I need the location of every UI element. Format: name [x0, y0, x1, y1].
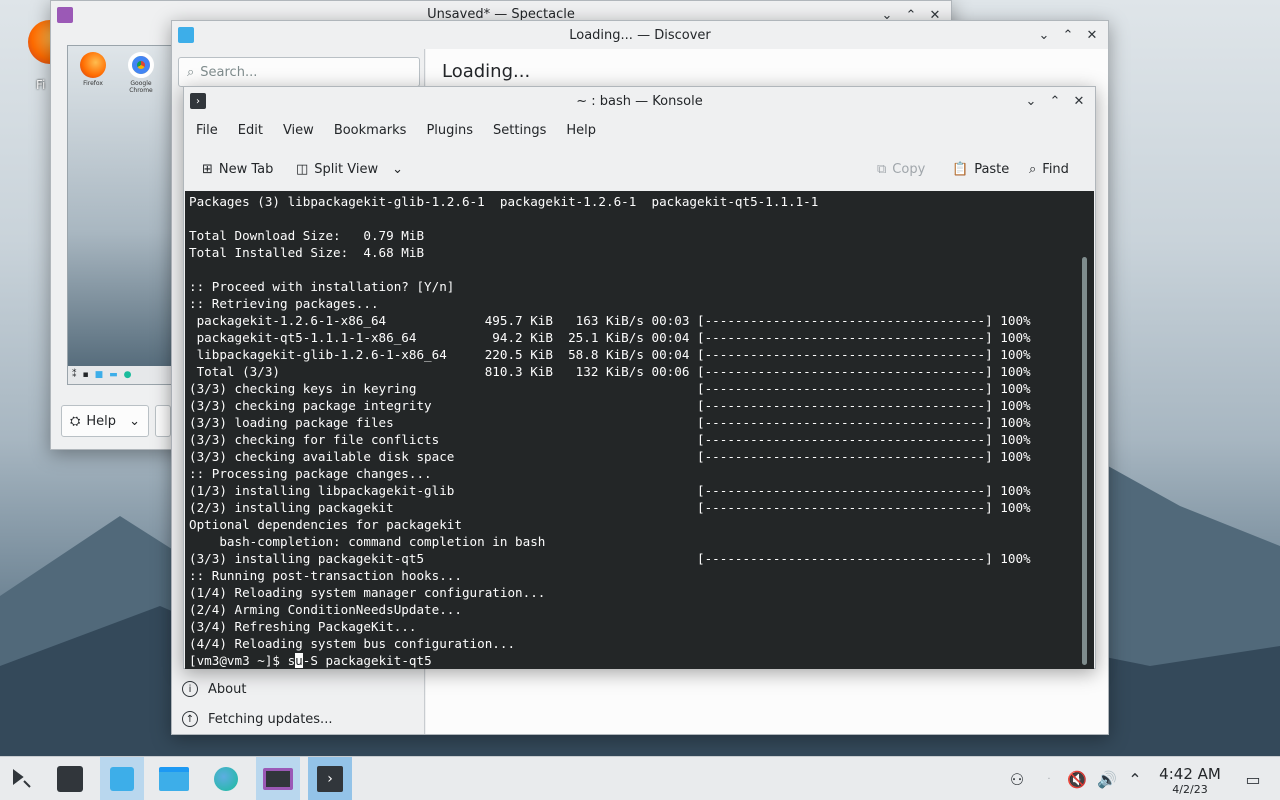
secondary-button[interactable] — [155, 405, 171, 437]
menu-edit[interactable]: Edit — [228, 117, 273, 145]
preview-globe-icon: ● — [123, 370, 132, 380]
minimize-icon[interactable]: ⌄ — [1021, 91, 1041, 111]
network-icon[interactable]: · — [1036, 757, 1062, 800]
terminal-command: -S packagekit-qt5 — [302, 653, 432, 668]
chevron-up-icon[interactable]: ⌃ — [1122, 757, 1148, 800]
discover-title: Loading... — Discover — [569, 27, 711, 43]
close-icon[interactable]: ✕ — [1082, 25, 1102, 45]
new-tab-button[interactable]: ⊞ New Tab — [202, 151, 273, 187]
firefox-icon — [80, 52, 106, 78]
search-input[interactable]: ⌕ Search... — [178, 57, 420, 87]
konsole-app-icon: › — [190, 93, 206, 109]
konsole-window: › ~ : bash — Konsole ⌄ ⌃ ✕ File Edit Vie… — [183, 86, 1096, 669]
user-icon[interactable]: ⚇ — [1004, 757, 1030, 800]
preview-launcher-icon: ⁑ — [72, 370, 77, 380]
terminal-text: Packages (3) libpackagekit-glib-1.2.6-1 … — [189, 194, 1031, 651]
terminal-prompt: [vm3@vm3 ~]$ s — [189, 653, 296, 668]
new-tab-label: New Tab — [218, 161, 274, 177]
chevron-down-icon: ⌄ — [129, 413, 140, 429]
new-tab-icon: ⊞ — [202, 161, 213, 177]
info-icon: i — [182, 681, 198, 697]
system-settings-icon[interactable] — [48, 757, 92, 800]
paste-button[interactable]: 📋 Paste — [952, 151, 1009, 187]
discover-app-icon — [178, 27, 194, 43]
preview-files-icon: ▬ — [109, 370, 118, 380]
file-manager-icon[interactable] — [152, 757, 196, 800]
konsole-titlebar[interactable]: › ~ : bash — Konsole ⌄ ⌃ ✕ — [184, 87, 1095, 115]
preview-discover-icon: ■ — [94, 370, 104, 380]
sidebar-item-updates[interactable]: ↑ Fetching updates... — [182, 711, 332, 727]
taskbar: › ⚇ · 🔇 🔊 ⌃ 4:42 AM 4/2/23 ▭ — [0, 756, 1280, 800]
paste-icon: 📋 — [952, 161, 969, 177]
find-button[interactable]: ⌕ Find — [1029, 151, 1069, 187]
sidebar-item-about[interactable]: i About — [182, 681, 246, 697]
spectacle-task-icon[interactable] — [256, 757, 300, 800]
menu-view[interactable]: View — [273, 117, 324, 145]
help-icon: ⛭ — [70, 413, 81, 429]
split-view-label: Split View — [314, 161, 379, 177]
copy-icon: ⧉ — [877, 161, 887, 177]
konsole-title: ~ : bash — Konsole — [576, 93, 703, 109]
maximize-icon[interactable]: ⌃ — [1045, 91, 1065, 111]
desktop-firefox-label: Fi — [36, 78, 46, 92]
terminal-output[interactable]: Packages (3) libpackagekit-glib-1.2.6-1 … — [185, 191, 1094, 669]
help-label: Help — [86, 413, 117, 429]
discover-task-icon[interactable] — [100, 757, 144, 800]
maximize-icon[interactable]: ⌃ — [1058, 25, 1078, 45]
split-view-icon: ◫ — [296, 161, 309, 177]
app-launcher-icon[interactable] — [0, 757, 44, 800]
spectacle-app-icon — [57, 7, 73, 23]
menu-settings[interactable]: Settings — [483, 117, 556, 145]
konsole-toolbar: ⊞ New Tab ◫ Split View ⌄ ⧉ Copy 📋 Paste … — [184, 151, 1095, 187]
paste-label: Paste — [974, 161, 1010, 177]
copy-button[interactable]: ⧉ Copy — [877, 151, 925, 187]
find-icon: ⌕ — [1029, 161, 1037, 177]
close-icon[interactable]: ✕ — [1069, 91, 1089, 111]
menu-help[interactable]: Help — [556, 117, 606, 145]
menu-bar: File Edit View Bookmarks Plugins Setting… — [184, 117, 606, 145]
update-icon: ↑ — [182, 711, 198, 727]
clock[interactable]: 4:42 AM 4/2/23 — [1150, 765, 1230, 796]
search-placeholder: Search... — [200, 64, 258, 80]
clock-time: 4:42 AM — [1159, 765, 1221, 783]
help-button[interactable]: ⛭ Help ⌄ — [61, 405, 149, 437]
sidebar-item-label: Fetching updates... — [208, 711, 333, 727]
terminal-cursor: u — [295, 653, 303, 668]
menu-file[interactable]: File — [186, 117, 228, 145]
konsole-task-icon[interactable]: › — [308, 757, 352, 800]
split-view-button[interactable]: ◫ Split View ⌄ — [296, 151, 403, 187]
minimize-icon[interactable]: ⌄ — [1034, 25, 1054, 45]
browser-globe-icon[interactable] — [204, 757, 248, 800]
copy-label: Copy — [892, 161, 926, 177]
chevron-down-icon: ⌄ — [392, 161, 404, 177]
find-label: Find — [1042, 161, 1069, 177]
sidebar-item-label: About — [208, 681, 247, 697]
terminal-scrollbar[interactable] — [1082, 257, 1087, 665]
show-desktop-icon[interactable]: ▭ — [1240, 757, 1266, 800]
chrome-icon — [128, 52, 154, 78]
search-icon: ⌕ — [187, 64, 195, 80]
preview-firefox-label: Firefox — [83, 80, 103, 87]
audio-muted-icon[interactable]: 🔇 — [1064, 757, 1090, 800]
menu-bookmarks[interactable]: Bookmarks — [324, 117, 417, 145]
discover-titlebar[interactable]: Loading... — Discover ⌄ ⌃ ✕ — [172, 21, 1108, 49]
preview-settings-icon: ▪ — [82, 370, 89, 380]
clock-date: 4/2/23 — [1172, 783, 1208, 796]
preview-chrome-label: Google Chrome — [129, 80, 153, 94]
menu-plugins[interactable]: Plugins — [416, 117, 483, 145]
loading-heading: Loading... — [442, 61, 531, 82]
volume-icon[interactable]: 🔊 — [1094, 757, 1120, 800]
